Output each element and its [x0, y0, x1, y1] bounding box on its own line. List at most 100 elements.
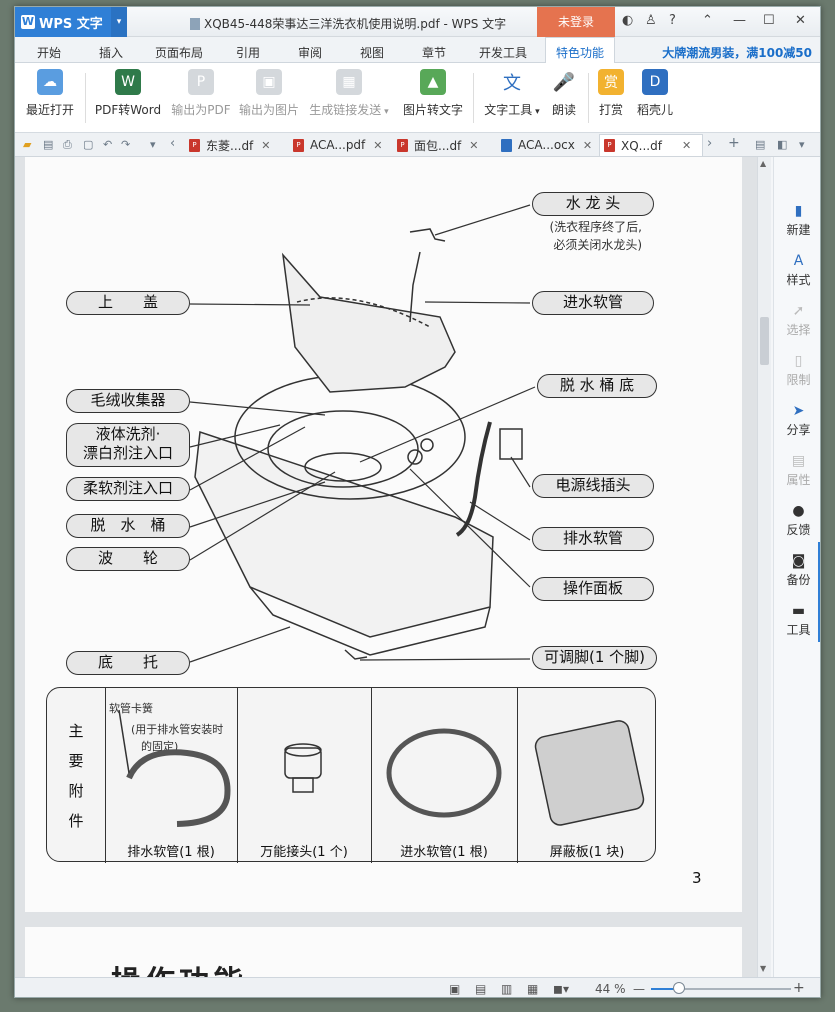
- login-button[interactable]: 未登录: [537, 7, 615, 37]
- shirt-icon[interactable]: ♙: [645, 13, 657, 28]
- open-folder-icon[interactable]: ▰: [23, 138, 31, 151]
- reward-button[interactable]: 赏打赏: [595, 69, 627, 118]
- chevron-down-icon: ▾: [532, 107, 540, 117]
- tab-label: ACA...pdf: [310, 138, 366, 152]
- window-title: XQB45-448荣事达三洋洗衣机使用说明.pdf - WPS 文字: [190, 15, 506, 32]
- scroll-down-icon[interactable]: ▼: [760, 964, 766, 973]
- faucet-note-line1: (洗衣程序终了后,: [549, 220, 643, 234]
- side-style-label: 样式: [786, 273, 811, 287]
- menu-start[interactable]: 开始: [37, 44, 61, 61]
- drain-hose-drawing: [126, 749, 231, 827]
- leader-faucet: [434, 204, 531, 236]
- undo-icon[interactable]: ↶: [103, 138, 112, 151]
- skin-icon[interactable]: ◐: [622, 13, 633, 28]
- label-detergent-inlet: 液体洗剂· 漂白剂注入口: [66, 423, 190, 467]
- ribbon: ☁ 最近打开 W PDF转Word P 输出为PDF ▣ 输出为图片 ▦ 生成链接发送 ▾…: [15, 63, 820, 133]
- collapse-ribbon-icon[interactable]: ⌃: [702, 13, 713, 28]
- document-area[interactable]: 水 龙 头 (洗衣程序终了后, 必须关闭水龙头) 上 盖 进水软管 毛绒收集器 …: [15, 157, 757, 987]
- tab-xq-active[interactable]: P XQ...df ✕: [599, 134, 703, 156]
- export-pdf-label: 输出为PDF: [171, 103, 231, 117]
- close-tab-icon[interactable]: ✕: [469, 139, 478, 152]
- universal-joint-drawing: [284, 747, 322, 779]
- side-properties[interactable]: ▤ 属性: [774, 453, 820, 488]
- menu-review[interactable]: 审阅: [298, 44, 322, 61]
- fit-page-icon[interactable]: ▣: [449, 982, 460, 996]
- tab-more-icon[interactable]: ▾: [799, 138, 805, 151]
- side-select[interactable]: ➚ 选择: [774, 303, 820, 338]
- label-tub-bottom: 脱 水 桶 底: [537, 374, 657, 398]
- select-cursor-icon: ➚: [792, 303, 805, 319]
- menu-references[interactable]: 引用: [236, 44, 260, 61]
- promo-link[interactable]: 大牌潮流男装，满100减50: [662, 44, 812, 61]
- share-link-button[interactable]: ▦ 生成链接发送 ▾: [307, 69, 391, 118]
- close-tab-icon[interactable]: ✕: [583, 139, 592, 152]
- tab-scroll-right-icon[interactable]: ›: [707, 136, 712, 151]
- scroll-up-icon[interactable]: ▲: [760, 159, 766, 168]
- tab-list-icon[interactable]: ▤: [755, 138, 765, 151]
- tab-bread[interactable]: P 面包...df ✕: [393, 134, 493, 156]
- minimize-icon[interactable]: —: [733, 13, 746, 28]
- menu-developer[interactable]: 开发工具: [479, 44, 527, 61]
- close-tab-icon[interactable]: ✕: [373, 139, 382, 152]
- close-tab-icon[interactable]: ✕: [682, 139, 691, 152]
- scrollbar-thumb[interactable]: [760, 317, 769, 365]
- side-tools[interactable]: ▬ 工具: [774, 603, 820, 638]
- redo-icon[interactable]: ↷: [121, 138, 130, 151]
- chevron-down-icon[interactable]: ▾: [111, 7, 127, 37]
- print-preview-icon[interactable]: ▢: [83, 138, 93, 151]
- export-pdf-button[interactable]: P 输出为PDF: [170, 69, 232, 118]
- side-backup[interactable]: ◙ 备份: [774, 553, 820, 588]
- menu-insert[interactable]: 插入: [99, 44, 123, 61]
- export-pdf-icon: P: [188, 69, 214, 95]
- read-aloud-button[interactable]: 🎤 朗读: [548, 69, 580, 118]
- side-share[interactable]: ➤ 分享: [774, 403, 820, 438]
- recent-button[interactable]: ☁ 最近打开: [23, 69, 77, 118]
- app-menu-button[interactable]: W WPS 文字 ▾: [15, 7, 127, 37]
- zoom-slider-knob[interactable]: [673, 982, 685, 994]
- zoom-out-icon[interactable]: —: [633, 982, 645, 996]
- menu-view[interactable]: 视图: [360, 44, 384, 61]
- chevron-down-icon[interactable]: ▾: [150, 138, 156, 151]
- save-icon[interactable]: ▤: [43, 138, 53, 151]
- side-restrict[interactable]: ▯ 限制: [774, 353, 820, 388]
- tab-scroll-left-icon[interactable]: ‹: [170, 136, 175, 151]
- tab-aca-pdf[interactable]: P ACA...pdf ✕: [289, 134, 389, 156]
- pdf-to-word-button[interactable]: W PDF转Word: [93, 69, 163, 118]
- panel-expand-handle[interactable]: [818, 542, 820, 642]
- tab-dongling[interactable]: P 东菱...df ✕: [185, 134, 285, 156]
- continuous-view-icon[interactable]: ▥: [501, 982, 512, 996]
- export-image-button[interactable]: ▣ 输出为图片: [237, 69, 301, 118]
- read-aloud-label: 朗读: [551, 103, 576, 117]
- maximize-icon[interactable]: ☐: [763, 13, 775, 28]
- tab-aca-docx[interactable]: ACA...ocx ✕: [497, 134, 597, 156]
- cloud-icon: ☁: [37, 69, 63, 95]
- zoom-level[interactable]: 44 %: [595, 982, 626, 996]
- two-page-view-icon[interactable]: ▦: [527, 982, 538, 996]
- side-style[interactable]: A 样式: [774, 253, 820, 288]
- recent-label: 最近打开: [25, 103, 74, 117]
- side-feedback[interactable]: ● 反馈: [774, 503, 820, 538]
- menu-special-features[interactable]: 特色功能: [545, 37, 616, 64]
- label-control-panel: 操作面板: [532, 577, 654, 601]
- menu-page-layout[interactable]: 页面布局: [155, 44, 203, 61]
- export-image-label: 输出为图片: [238, 103, 299, 117]
- side-new[interactable]: ▮ 新建: [774, 203, 820, 238]
- image-to-text-button[interactable]: ▲ 图片转文字: [400, 69, 466, 118]
- reading-mode-icon[interactable]: ◼▾: [553, 982, 569, 996]
- tab-options-icon[interactable]: ◧: [777, 138, 787, 151]
- daoke-button[interactable]: D 稻壳儿: [635, 69, 675, 118]
- page-view-icon[interactable]: ▤: [475, 982, 486, 996]
- close-tab-icon[interactable]: ✕: [261, 139, 270, 152]
- leader-foot: [359, 658, 531, 661]
- zoom-in-icon[interactable]: +: [793, 980, 805, 996]
- side-tools-label: 工具: [786, 623, 811, 637]
- text-tools-button[interactable]: 文文字工具 ▾: [481, 69, 543, 118]
- print-icon[interactable]: ⎙: [63, 138, 72, 152]
- vertical-scrollbar[interactable]: ▲ ▼: [757, 157, 771, 977]
- daoke-icon: D: [642, 69, 668, 95]
- new-tab-icon[interactable]: +: [728, 135, 740, 151]
- menu-chapter[interactable]: 章节: [422, 44, 446, 61]
- help-button[interactable]: ?: [669, 13, 676, 28]
- pdf-to-word-label: PDF转Word: [94, 103, 162, 117]
- close-icon[interactable]: ✕: [795, 13, 806, 28]
